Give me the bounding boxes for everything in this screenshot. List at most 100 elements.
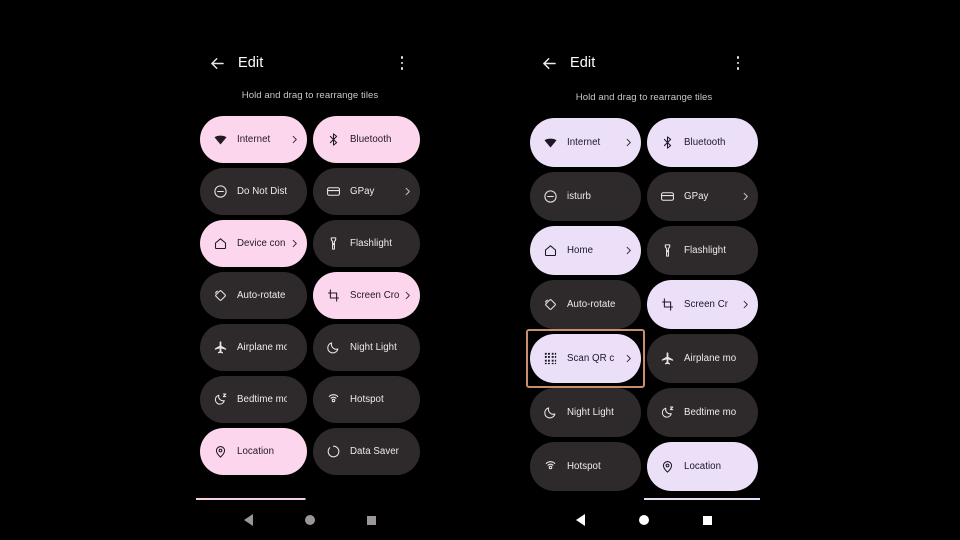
tile-label: Night Light (567, 407, 614, 418)
chevron-right-icon (621, 353, 635, 364)
system-navigation-bar-left (196, 500, 424, 540)
bluetooth-icon (326, 132, 341, 147)
quick-settings-tile[interactable]: Auto-rotate (530, 280, 641, 329)
tile-label: Bluetooth (350, 134, 392, 145)
quick-settings-tile[interactable]: Airplane mo (647, 334, 758, 383)
phone-screen-left: Edit Hold and drag to rearrange tiles In… (196, 0, 424, 540)
more-vert-icon[interactable] (728, 52, 748, 74)
quick-settings-tile[interactable]: Home (530, 226, 641, 275)
quick-settings-tile[interactable]: Location (647, 442, 758, 491)
quick-settings-tile[interactable]: Auto-rotate (200, 272, 307, 319)
page-title: Edit (238, 55, 264, 71)
tile-label: Screen Cr (684, 299, 729, 310)
quick-settings-tile[interactable]: Screen Cro (313, 272, 420, 319)
quick-settings-tile[interactable]: Hotspot (530, 442, 641, 491)
nav-back-icon[interactable] (576, 514, 585, 526)
quick-settings-tile[interactable]: Screen Cr (647, 280, 758, 329)
quick-settings-tile[interactable]: Flashlight (313, 220, 420, 267)
tile-label: GPay (350, 186, 375, 197)
quick-settings-tile[interactable]: Location (200, 428, 307, 475)
chevron-right-icon (400, 290, 414, 301)
tile-label: Bedtime mo (684, 407, 737, 418)
tile-label: isturbD (567, 191, 591, 202)
nav-home-icon[interactable] (305, 515, 315, 525)
quick-settings-tile[interactable]: Internet (200, 116, 307, 163)
tile-label: Auto-rotate (237, 290, 286, 301)
quick-settings-tile[interactable]: Device con (200, 220, 307, 267)
quick-settings-tile[interactable]: Data Saver (313, 428, 420, 475)
night-light-icon (543, 405, 558, 420)
arrow-back-icon[interactable] (538, 52, 560, 74)
chevron-right-icon (738, 191, 752, 202)
arrow-back-icon[interactable] (206, 52, 228, 74)
tile-grid-left: Internet Bluetooth Do Not Disturl GPay Devic… (196, 116, 424, 475)
chevron-right-icon (738, 299, 752, 310)
quick-settings-tile[interactable]: Airplane mode (200, 324, 307, 371)
system-navigation-bar-right (528, 500, 760, 540)
phone-screen-right: Edit Hold and drag to rearrange tiles In… (526, 0, 760, 540)
tile-label: Scan QR c (567, 353, 615, 364)
flashlight-icon (660, 243, 675, 258)
tile-label: Auto-rotate (567, 299, 616, 310)
tile-label: GPay (684, 191, 709, 202)
screen-record-icon (660, 297, 675, 312)
nav-back-icon[interactable] (244, 514, 253, 526)
tile-grid-right: Internet Bluetooth isturbD GPay Home Flashlig… (528, 118, 760, 491)
chevron-right-icon (621, 137, 635, 148)
tile-label: Internet (237, 134, 271, 145)
nav-recents-icon[interactable] (367, 515, 376, 525)
tile-label: Hotspot (567, 461, 601, 472)
quick-settings-tile[interactable]: Night Light (313, 324, 420, 371)
screenshot-stage: Edit Hold and drag to rearrange tiles In… (0, 0, 960, 540)
tile-label: Night Light (350, 342, 397, 353)
tile-label: Device con (237, 238, 286, 249)
data-saver-icon (326, 444, 341, 459)
location-icon (660, 459, 675, 474)
app-bar-left: Edit (196, 44, 424, 90)
page-title: Edit (570, 55, 596, 71)
bedtime-icon (213, 392, 228, 407)
home-icon (213, 236, 228, 251)
quick-settings-tile[interactable]: Night Light (530, 388, 641, 437)
chevron-right-icon (621, 245, 635, 256)
do-not-disturb-icon (213, 184, 228, 199)
nav-home-icon[interactable] (639, 515, 649, 525)
hotspot-icon (326, 392, 341, 407)
chevron-right-icon (287, 134, 301, 145)
quick-settings-tile[interactable]: Bluetooth (647, 118, 758, 167)
more-vert-icon[interactable] (392, 52, 412, 74)
tile-label: Bluetooth (684, 137, 726, 148)
home-icon (543, 243, 558, 258)
chevron-right-icon (400, 186, 414, 197)
screen-record-icon (326, 288, 341, 303)
tile-label: Screen Cro (350, 290, 400, 301)
quick-settings-tile[interactable]: Bedtime mo (647, 388, 758, 437)
do-not-disturb-icon (543, 189, 558, 204)
quick-settings-tile[interactable]: Flashlight (647, 226, 758, 275)
tile-label: Do Not Disturl (237, 186, 287, 197)
quick-settings-tile[interactable]: Bedtime mode (200, 376, 307, 423)
quick-settings-tile[interactable]: Hotspot (313, 376, 420, 423)
quick-settings-tile[interactable]: Bluetooth (313, 116, 420, 163)
tile-label: Airplane mode (237, 342, 287, 353)
bedtime-icon (660, 405, 675, 420)
auto-rotate-icon (543, 297, 558, 312)
quick-settings-tile[interactable]: isturbD (530, 172, 641, 221)
tile-label: Bedtime mode (237, 394, 287, 405)
tile-label: Home (567, 245, 594, 256)
quick-settings-tile[interactable]: GPay (313, 168, 420, 215)
tile-label: Airplane mo (684, 353, 737, 364)
location-icon (213, 444, 228, 459)
quick-settings-tile[interactable]: Do Not Disturl (200, 168, 307, 215)
quick-settings-tile[interactable]: Scan QR c (530, 334, 641, 383)
nav-recents-icon[interactable] (703, 515, 712, 525)
flashlight-icon (326, 236, 341, 251)
quick-settings-tile[interactable]: Internet (530, 118, 641, 167)
tile-label: Flashlight (350, 238, 392, 249)
tile-label: Location (237, 446, 275, 457)
wallet-icon (326, 184, 341, 199)
wifi-icon (543, 135, 558, 150)
quick-settings-tile[interactable]: GPay (647, 172, 758, 221)
tile-label: Hotspot (350, 394, 384, 405)
app-bar-right: Edit (528, 44, 760, 90)
